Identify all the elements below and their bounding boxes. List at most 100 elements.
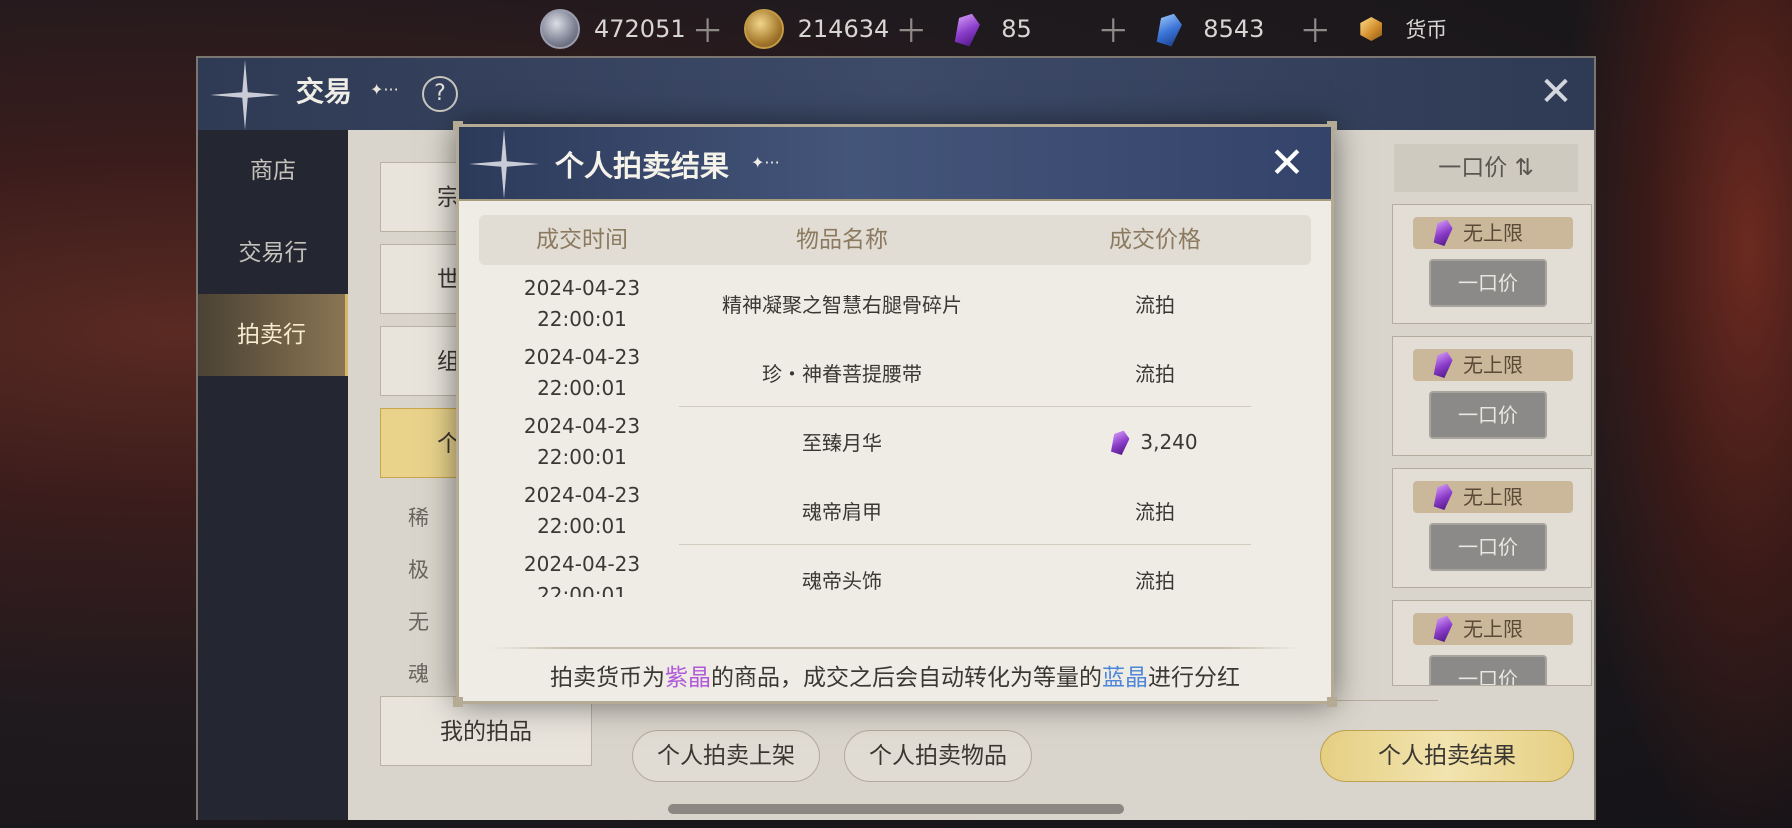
note-suffix: 进行分红 <box>1148 665 1240 691</box>
row-price-value: 3,240 <box>1140 429 1198 454</box>
note-prefix: 拍卖货币为 <box>550 665 665 691</box>
currency-silver: 472051 ＋ <box>540 6 724 52</box>
no-limit-label: 无上限 <box>1463 617 1523 641</box>
close-icon[interactable]: ✕ <box>1265 141 1309 185</box>
row-date: 2024-04-23 <box>523 482 641 507</box>
row-item-name: 至臻月华 <box>802 431 882 455</box>
sidebar-item-exchange[interactable]: 交易行 <box>198 212 348 294</box>
blue-crystal-icon <box>1149 9 1189 49</box>
table-row: 2024-04-23 22:00:01 魂帝肩甲 流拍 <box>479 476 1311 545</box>
table-row: 2024-04-23 22:00:01 魂帝头饰 流拍 <box>479 545 1311 598</box>
results-table-body[interactable]: 2024-04-23 22:00:01 精神凝聚之智慧右腿骨碎片 流拍 2024-… <box>479 269 1311 597</box>
add-purple-crystal-button[interactable]: ＋ <box>1097 6 1129 52</box>
column-header-price: 成交价格 <box>1109 227 1201 253</box>
dialog-title: 个人拍卖结果 <box>555 149 730 183</box>
listing-card: 无上限 一口价 <box>1392 204 1592 324</box>
currency-value: 214634 <box>797 15 890 43</box>
row-date: 2024-04-23 <box>523 275 641 300</box>
sidebar-item-auction[interactable]: 拍卖行 <box>198 294 348 376</box>
table-row: 2024-04-23 22:00:01 珍・神眷菩提腰带 流拍 <box>479 338 1311 407</box>
row-time: 2024-04-23 22:00:01 <box>479 338 685 407</box>
row-clock: 22:00:01 <box>537 582 627 598</box>
row-date: 2024-04-23 <box>523 551 641 576</box>
auction-results-dialog: 个人拍卖结果 ✦··· ✕ 成交时间 物品名称 成交价格 2024-04-23 2… <box>453 121 1337 707</box>
dialog-header: 个人拍卖结果 ✦··· ✕ <box>459 127 1331 201</box>
my-items-button[interactable]: 我的拍品 <box>380 696 592 766</box>
row-item-name: 精神凝聚之智慧右腿骨碎片 <box>722 293 962 317</box>
sort-buy-now-header[interactable]: 一口价 ⇅ <box>1394 144 1578 192</box>
help-button[interactable]: ? <box>422 76 458 112</box>
table-row: 2024-04-23 22:00:01 精神凝聚之智慧右腿骨碎片 流拍 <box>479 269 1311 338</box>
row-time: 2024-04-23 22:00:01 <box>479 476 685 545</box>
purple-crystal-icon <box>1109 428 1132 456</box>
row-date: 2024-04-23 <box>523 344 641 369</box>
add-blue-crystal-button[interactable]: ＋ <box>1299 6 1331 52</box>
no-limit-badge: 无上限 <box>1413 217 1573 249</box>
background-glow <box>1572 0 1792 828</box>
close-icon[interactable]: ✕ <box>1536 72 1576 112</box>
title-ornament: ✦··· <box>751 153 780 172</box>
row-date: 2024-04-23 <box>523 413 641 438</box>
tab-personal-listing[interactable]: 个人拍卖上架 <box>632 730 820 782</box>
listing-card: 无上限 一口价 <box>1392 600 1592 686</box>
gold-gem-icon <box>1351 9 1391 49</box>
star-emblem-icon <box>210 60 280 130</box>
currency-blue-crystal: 8543 ＋ <box>1149 6 1331 52</box>
note-blue-crystal: 蓝晶 <box>1102 665 1148 691</box>
sidebar: 商店 交易行 拍卖行 <box>198 130 348 820</box>
no-limit-label: 无上限 <box>1463 353 1523 377</box>
row-time: 2024-04-23 22:00:01 <box>479 407 685 476</box>
listing-card: 无上限 一口价 <box>1392 336 1592 456</box>
title-ornament: ✦··· <box>370 80 399 99</box>
purple-crystal-icon <box>1431 349 1454 379</box>
row-price: 流拍 <box>1135 293 1175 317</box>
note-purple-crystal: 紫晶 <box>665 665 711 691</box>
row-item-name: 魂帝头饰 <box>802 569 882 593</box>
dialog-divider <box>489 647 1301 649</box>
purple-crystal-icon <box>1431 481 1454 511</box>
row-clock: 22:00:01 <box>537 306 627 331</box>
purple-crystal-icon <box>947 9 987 49</box>
trade-window-title: 交易 <box>296 75 353 108</box>
no-limit-badge: 无上限 <box>1413 481 1573 513</box>
no-limit-label: 无上限 <box>1463 485 1523 509</box>
row-clock: 22:00:01 <box>537 444 627 469</box>
tab-personal-results[interactable]: 个人拍卖结果 <box>1320 730 1574 782</box>
gold-coin-icon <box>743 9 784 49</box>
row-price: 3,240 <box>999 407 1311 476</box>
add-silver-button[interactable]: ＋ <box>692 6 724 52</box>
buy-now-button[interactable]: 一口价 <box>1429 391 1547 439</box>
row-time: 2024-04-23 22:00:01 <box>479 269 685 338</box>
currency-purple-crystal: 85 ＋ <box>947 6 1129 52</box>
buy-now-button[interactable]: 一口价 <box>1429 523 1547 571</box>
column-header-time: 成交时间 <box>536 227 628 253</box>
silver-coin-icon <box>540 9 580 49</box>
purple-crystal-icon <box>1431 217 1454 247</box>
tab-personal-items[interactable]: 个人拍卖物品 <box>844 730 1032 782</box>
subcategory-item[interactable]: 魂 <box>408 658 429 688</box>
purple-crystal-icon <box>1431 613 1454 643</box>
star-emblem-icon <box>469 129 539 199</box>
add-gold-button[interactable]: ＋ <box>895 6 927 52</box>
currency-bar: 472051 ＋ 214634 ＋ 85 ＋ 8543 ＋ 货币 <box>540 0 1515 58</box>
subcategory-item[interactable]: 无 <box>408 606 429 636</box>
currency-gold-gem: 货币 <box>1351 9 1495 49</box>
scrollbar[interactable] <box>668 804 1124 814</box>
row-time: 2024-04-23 22:00:01 <box>479 545 685 598</box>
buy-now-button[interactable]: 一口价 <box>1429 655 1547 685</box>
dialog-note: 拍卖货币为紫晶的商品，成交之后会自动转化为等量的蓝晶进行分红 <box>459 655 1331 701</box>
sidebar-item-shop[interactable]: 商店 <box>198 130 348 212</box>
currency-gold: 214634 ＋ <box>743 6 927 52</box>
no-limit-label: 无上限 <box>1463 221 1523 245</box>
listing-card: 无上限 一口价 <box>1392 468 1592 588</box>
row-clock: 22:00:01 <box>537 375 627 400</box>
buy-now-button[interactable]: 一口价 <box>1429 259 1547 307</box>
table-row: 2024-04-23 22:00:01 至臻月华 3,240 <box>479 407 1311 476</box>
column-header-item: 物品名称 <box>796 227 888 253</box>
trade-window-header: 交易 ✦··· ? ✕ <box>198 58 1594 130</box>
no-limit-badge: 无上限 <box>1413 613 1573 645</box>
currency-label: 货币 <box>1405 18 1448 42</box>
subcategory-item[interactable]: 极 <box>408 554 429 584</box>
row-clock: 22:00:01 <box>537 513 627 538</box>
subcategory-item[interactable]: 稀 <box>408 502 429 532</box>
